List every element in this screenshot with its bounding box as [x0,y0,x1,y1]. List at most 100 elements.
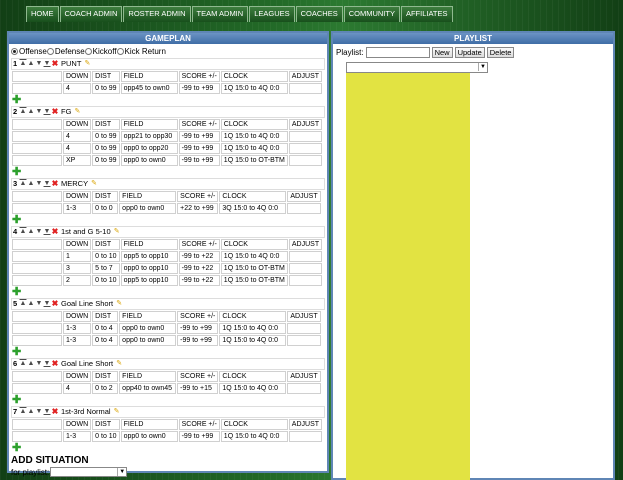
nav-home[interactable]: HOME [26,6,59,22]
plus-icon[interactable]: ✚ [12,215,325,226]
arrow-bottom-icon[interactable]: ▼ [43,359,51,369]
arrow-bottom-icon[interactable]: ▼ [43,227,51,237]
playlist-items-list[interactable] [346,73,470,480]
arrow-down-icon[interactable]: ▼ [35,179,43,189]
table-row[interactable]: 35 to 7 opp0 to opp10 -99 to +22 1Q 15:0 to… [12,263,323,274]
delete-x-icon[interactable]: ✖ [51,227,59,237]
arrow-down-icon[interactable]: ▼ [35,407,43,417]
pencil-icon[interactable]: ✎ [73,107,81,117]
arrow-bottom-icon[interactable]: ▼ [43,407,51,417]
arrow-down-icon[interactable]: ▼ [35,59,43,69]
delete-x-icon[interactable]: ✖ [51,407,59,417]
table-row[interactable]: 1-3 0 to 4 opp0 to own0 -99 to +99 1Q 15:0 t… [12,323,321,334]
table-row[interactable]: 20 to 10 opp5 to opp10 -99 to +22 1Q 15:0 t… [12,275,323,286]
pencil-icon[interactable]: ✎ [90,179,98,189]
table-row[interactable]: 40 to 99 opp21 to opp30 -99 to +99 1Q 15:0 … [12,131,323,142]
arrow-bottom-icon[interactable]: ▼ [43,179,51,189]
table-row[interactable]: 40 to 2 opp40 to own45 -99 to +15 1Q 15:0 t… [12,383,321,394]
table-cell: 1Q 15:0 to 4Q 0:0 [220,251,288,262]
column-header: FIELD [120,239,178,250]
arrow-up-icon[interactable]: ▲ [27,299,35,309]
delete-x-icon[interactable]: ✖ [51,107,59,117]
radio-offense[interactable]: Offense [11,47,47,56]
nav-coach-admin[interactable]: COACH ADMIN [59,6,123,22]
arrow-up-icon[interactable]: ▲ [27,359,35,369]
table-row[interactable]: 1-3 0 to 10 opp0 to own0 -99 to +99 1Q 15:0 … [12,431,323,442]
arrow-down-icon[interactable]: ▼ [35,107,43,117]
table-row[interactable]: XP 0 to 99 opp0 to own0 -99 to +99 1Q 15:0 t… [12,155,323,166]
plus-icon[interactable]: ✚ [12,95,325,106]
arrow-top-icon[interactable]: ▲ [19,299,27,309]
plus-icon[interactable]: ✚ [12,395,325,406]
plus-icon[interactable]: ✚ [12,443,325,454]
pencil-icon[interactable]: ✎ [115,359,123,369]
arrow-up-icon[interactable]: ▲ [27,407,35,417]
nav-community[interactable]: COMMUNITY [343,6,400,22]
playlist-name-input[interactable] [365,47,430,58]
nav-team-admin[interactable]: TEAM ADMIN [191,6,249,22]
situation-header: 3 ▲ ▲ ▼ ▼ ✖ MERCY ✎ [11,178,325,190]
delete-x-icon[interactable]: ✖ [51,179,59,189]
table-row[interactable]: 40 to 99 opp45 to own0 -99 to +99 1Q 15:0 t… [12,83,323,94]
pencil-icon[interactable]: ✎ [83,59,91,69]
update-button[interactable]: Update [454,47,485,58]
table-row[interactable]: 1-3 0 to 0 opp0 to own0 +22 to +99 3Q 15:0 t… [12,203,321,214]
table-row[interactable]: 1-3 0 to 4 opp0 to own0 -99 to +99 1Q 15:0 t… [12,335,321,346]
radio-kick-return[interactable]: Kick Return [116,47,166,56]
arrow-bottom-icon[interactable]: ▼ [43,107,51,117]
plus-icon[interactable]: ✚ [12,347,325,358]
arrow-up-icon[interactable]: ▲ [27,179,35,189]
arrow-top-icon[interactable]: ▲ [19,179,27,189]
playlist-select[interactable]: ▼ [346,62,488,73]
column-header: FIELD [120,71,178,82]
plus-icon[interactable]: ✚ [12,287,325,298]
arrow-top-icon[interactable]: ▲ [19,227,27,237]
radio-button[interactable] [46,48,54,55]
nav-roster-admin[interactable]: ROSTER ADMIN [123,6,191,22]
delete-x-icon[interactable]: ✖ [51,59,59,69]
radio-button[interactable] [11,48,18,55]
radio-defense[interactable]: Defense [46,47,85,56]
radio-button[interactable] [84,48,92,55]
pencil-icon[interactable]: ✎ [113,407,121,417]
situation-header: 5 ▲ ▲ ▼ ▼ ✖ Goal Line Short ✎ [11,298,325,310]
arrow-up-icon[interactable]: ▲ [27,59,35,69]
nav-leagues[interactable]: LEAGUES [249,6,295,22]
delete-x-icon[interactable]: ✖ [51,299,59,309]
delete-x-icon[interactable]: ✖ [51,359,59,369]
table-row[interactable]: 40 to 99 opp0 to opp20 -99 to +99 1Q 15:0 t… [12,143,323,154]
new-button[interactable]: New [431,47,453,58]
arrow-top-icon[interactable]: ▲ [19,407,27,417]
radio-kickoff[interactable]: Kickoff [84,47,117,56]
arrow-bottom-icon[interactable]: ▼ [43,299,51,309]
arrow-up-icon[interactable]: ▲ [27,107,35,117]
arrow-bottom-icon[interactable]: ▼ [43,59,51,69]
arrow-top-icon[interactable]: ▲ [19,359,27,369]
chevron-down-icon: ▼ [478,63,487,71]
table-cell: 4 [63,383,92,394]
column-header: DIST [92,239,120,250]
table-row[interactable]: 10 to 10 opp5 to opp10 -99 to +22 1Q 15:0 t… [12,251,323,262]
arrow-top-icon[interactable]: ▲ [19,107,27,117]
arrow-down-icon[interactable]: ▼ [35,299,43,309]
column-header: DOWN [63,239,92,250]
table-cell: -99 to +99 [177,335,219,346]
arrow-down-icon[interactable]: ▼ [35,227,43,237]
delete-button[interactable]: Delete [486,47,515,58]
pencil-icon[interactable]: ✎ [113,227,121,237]
table-cell [288,83,323,94]
nav-coaches[interactable]: COACHES [295,6,343,22]
column-header: DOWN [63,371,92,382]
radio-label: Offense [19,47,47,56]
radio-button[interactable] [116,48,124,55]
nav-affiliates[interactable]: AFFILIATES [400,6,453,22]
plus-icon[interactable]: ✚ [12,167,325,178]
arrow-up-icon[interactable]: ▲ [27,227,35,237]
situation-table: DOWN DIST FIELD SCORE +/- CLOCK ADJUST 1-3 0 to… [11,190,322,215]
pencil-icon[interactable]: ✎ [115,299,123,309]
arrow-down-icon[interactable]: ▼ [35,359,43,369]
table-cell: -99 to +99 [177,323,219,334]
arrow-top-icon[interactable]: ▲ [19,59,27,69]
table-cell: 1-3 [63,323,92,334]
for-playlist-select[interactable]: ▼ [50,467,128,477]
